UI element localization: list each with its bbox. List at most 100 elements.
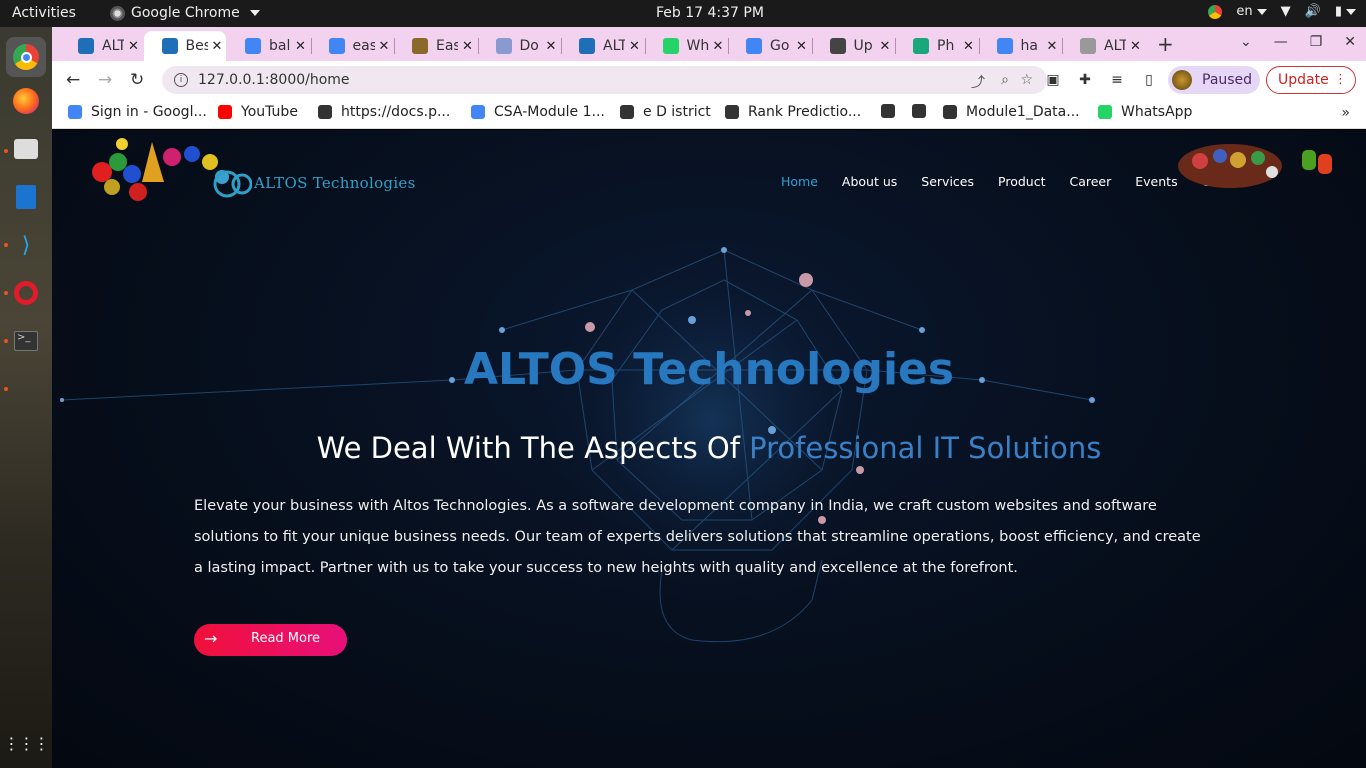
bookmark-label: CSA-Module 1... (494, 104, 605, 120)
app-name: Google Chrome (131, 5, 240, 21)
system-tray[interactable]: en ▼ 🔊 ▮ (1208, 4, 1356, 19)
zoom-icon[interactable]: ⌕ (1001, 72, 1009, 88)
forward-icon[interactable]: → (98, 70, 112, 90)
bookmark-9[interactable]: WhatsApp (1098, 104, 1192, 120)
close-tab-icon[interactable]: ✕ (880, 39, 891, 54)
close-tab-icon[interactable]: ✕ (462, 39, 473, 54)
share-icon[interactable]: ⤴ (971, 72, 985, 92)
tab-label: Eas (436, 38, 458, 54)
battery-icon[interactable]: ▮ (1335, 4, 1356, 19)
more-bookmarks-icon[interactable]: » (1341, 105, 1350, 121)
hero-subtitle: We Deal With The Aspects Of Professional… (52, 431, 1366, 465)
tab-11[interactable]: ha ✕ (979, 31, 1062, 61)
bookmark-6[interactable] (881, 104, 904, 118)
tab-10[interactable]: Ph ✕ (895, 31, 978, 61)
new-tab-button[interactable]: + (1157, 32, 1174, 56)
tab-1[interactable]: Best ✕ (143, 31, 226, 61)
nav-product[interactable]: Product (998, 174, 1045, 189)
bookmark-4[interactable]: e D istrict (620, 104, 711, 120)
bookmark-star-icon[interactable]: ☆ (1020, 72, 1033, 88)
chrome-dock-icon[interactable] (6, 37, 46, 77)
ph-icon (913, 38, 929, 54)
show-apps-icon[interactable]: ⋮⋮⋮ (4, 727, 50, 759)
close-tab-icon[interactable]: ✕ (963, 39, 974, 54)
tab-0[interactable]: ALTOS ✕ (60, 31, 143, 61)
opera-dock-icon[interactable] (10, 277, 42, 309)
bookmark-8[interactable]: Module1_Data... (943, 104, 1080, 120)
nav-services[interactable]: Services (921, 174, 974, 189)
altos-icon (579, 38, 595, 54)
update-button[interactable]: Update ⋮ (1266, 66, 1356, 94)
extension-icon[interactable]: ▣ (1044, 71, 1062, 89)
close-window-icon[interactable]: ✕ (1344, 34, 1356, 50)
bookmark-3[interactable]: CSA-Module 1... (471, 104, 605, 120)
files-dock-icon[interactable] (10, 133, 42, 165)
tab-label: eas (352, 38, 375, 54)
minimize-icon[interactable]: — (1274, 34, 1288, 50)
wifi-icon[interactable]: ▼ (1281, 4, 1291, 19)
tab-6[interactable]: ALT ✕ (561, 31, 644, 61)
tab-label: ALTOS (102, 38, 124, 54)
close-tab-icon[interactable]: ✕ (1047, 39, 1058, 54)
site-info-icon[interactable]: i (174, 73, 188, 87)
tab-3[interactable]: eas ✕ (311, 31, 394, 61)
side-panel-icon[interactable]: ▯ (1140, 71, 1158, 89)
bookmark-5[interactable]: Rank Predictio... (725, 104, 861, 120)
tab-label: ha (1020, 38, 1038, 54)
site-logo[interactable]: ALTOS Technologies (82, 132, 422, 208)
tab-strip: ALTOS✕Best✕bal✕eas✕Eas✕Do✕ALT✕Wh✕Go✕Up✕P… (52, 27, 1366, 61)
tab-4[interactable]: Eas ✕ (394, 31, 477, 61)
media-icon[interactable]: ≡ (1108, 71, 1126, 89)
close-tab-icon[interactable]: ✕ (295, 39, 306, 54)
tab-label: Wh (686, 38, 709, 54)
tab-12[interactable]: ALT ✕ (1062, 31, 1145, 61)
tab-2[interactable]: bal ✕ (227, 31, 310, 61)
tab-label: bal (269, 38, 291, 54)
bookmark-1[interactable]: YouTube (218, 104, 298, 120)
terminal-dock-icon[interactable]: >_ (10, 325, 42, 357)
docs-icon (318, 105, 332, 119)
vscode-dock-icon[interactable]: ⟩ (10, 229, 42, 261)
tab-9[interactable]: Up ✕ (812, 31, 895, 61)
bookmarks-bar: Sign in - Googl... YouTube https://docs.p.… (52, 99, 1366, 129)
puzzle-icon[interactable]: ✚ (1076, 71, 1094, 89)
clock[interactable]: Feb 17 4:37 PM (656, 5, 764, 21)
nav-career[interactable]: Career (1069, 174, 1111, 189)
reload-icon[interactable]: ↻ (130, 70, 144, 90)
close-tab-icon[interactable]: ✕ (796, 39, 807, 54)
system-top-bar: Activities Google Chrome Feb 17 4:37 PM … (0, 0, 1366, 27)
nav-home[interactable]: Home (781, 174, 818, 189)
close-tab-icon[interactable]: ✕ (713, 39, 724, 54)
system-menu-icon (1346, 8, 1356, 15)
close-tab-icon[interactable]: ✕ (546, 39, 557, 54)
url-text[interactable]: 127.0.0.1:8000/home (198, 72, 350, 88)
close-tab-icon[interactable]: ✕ (128, 39, 139, 54)
firefox-dock-icon[interactable] (10, 85, 42, 117)
google-icon (746, 38, 762, 54)
bookmark-7[interactable] (912, 104, 935, 118)
tab-search-icon[interactable]: ⌄ (1240, 34, 1252, 50)
nav-about-us[interactable]: About us (842, 174, 897, 189)
close-tab-icon[interactable]: ✕ (1130, 39, 1141, 54)
read-more-button[interactable]: → Read More (194, 624, 347, 656)
bookmark-0[interactable]: Sign in - Googl... (68, 104, 207, 120)
activities-button[interactable]: Activities (12, 5, 76, 21)
tab-7[interactable]: Wh ✕ (645, 31, 728, 61)
dock: ⟩ >_ ⋮⋮⋮ (0, 27, 52, 768)
google-icon (996, 38, 1013, 54)
language-indicator[interactable]: en (1236, 4, 1267, 19)
tab-8[interactable]: Go ✕ (728, 31, 811, 61)
bookmark-2[interactable]: https://docs.p... (318, 104, 450, 120)
address-bar[interactable]: i 127.0.0.1:8000/home ⌕ ⤴ ☆ (162, 66, 1047, 94)
volume-icon[interactable]: 🔊 (1305, 4, 1321, 19)
tab-5[interactable]: Do ✕ (478, 31, 561, 61)
chrome-tray-icon[interactable] (1208, 4, 1223, 19)
close-tab-icon[interactable]: ✕ (212, 39, 223, 54)
close-tab-icon[interactable]: ✕ (629, 39, 640, 54)
close-tab-icon[interactable]: ✕ (379, 39, 390, 54)
back-icon[interactable]: ← (66, 70, 80, 90)
app-menu[interactable]: Google Chrome (110, 5, 260, 21)
writer-dock-icon[interactable] (10, 181, 42, 213)
restore-icon[interactable]: ❐ (1310, 34, 1323, 50)
profile-button[interactable]: Paused (1168, 66, 1260, 94)
